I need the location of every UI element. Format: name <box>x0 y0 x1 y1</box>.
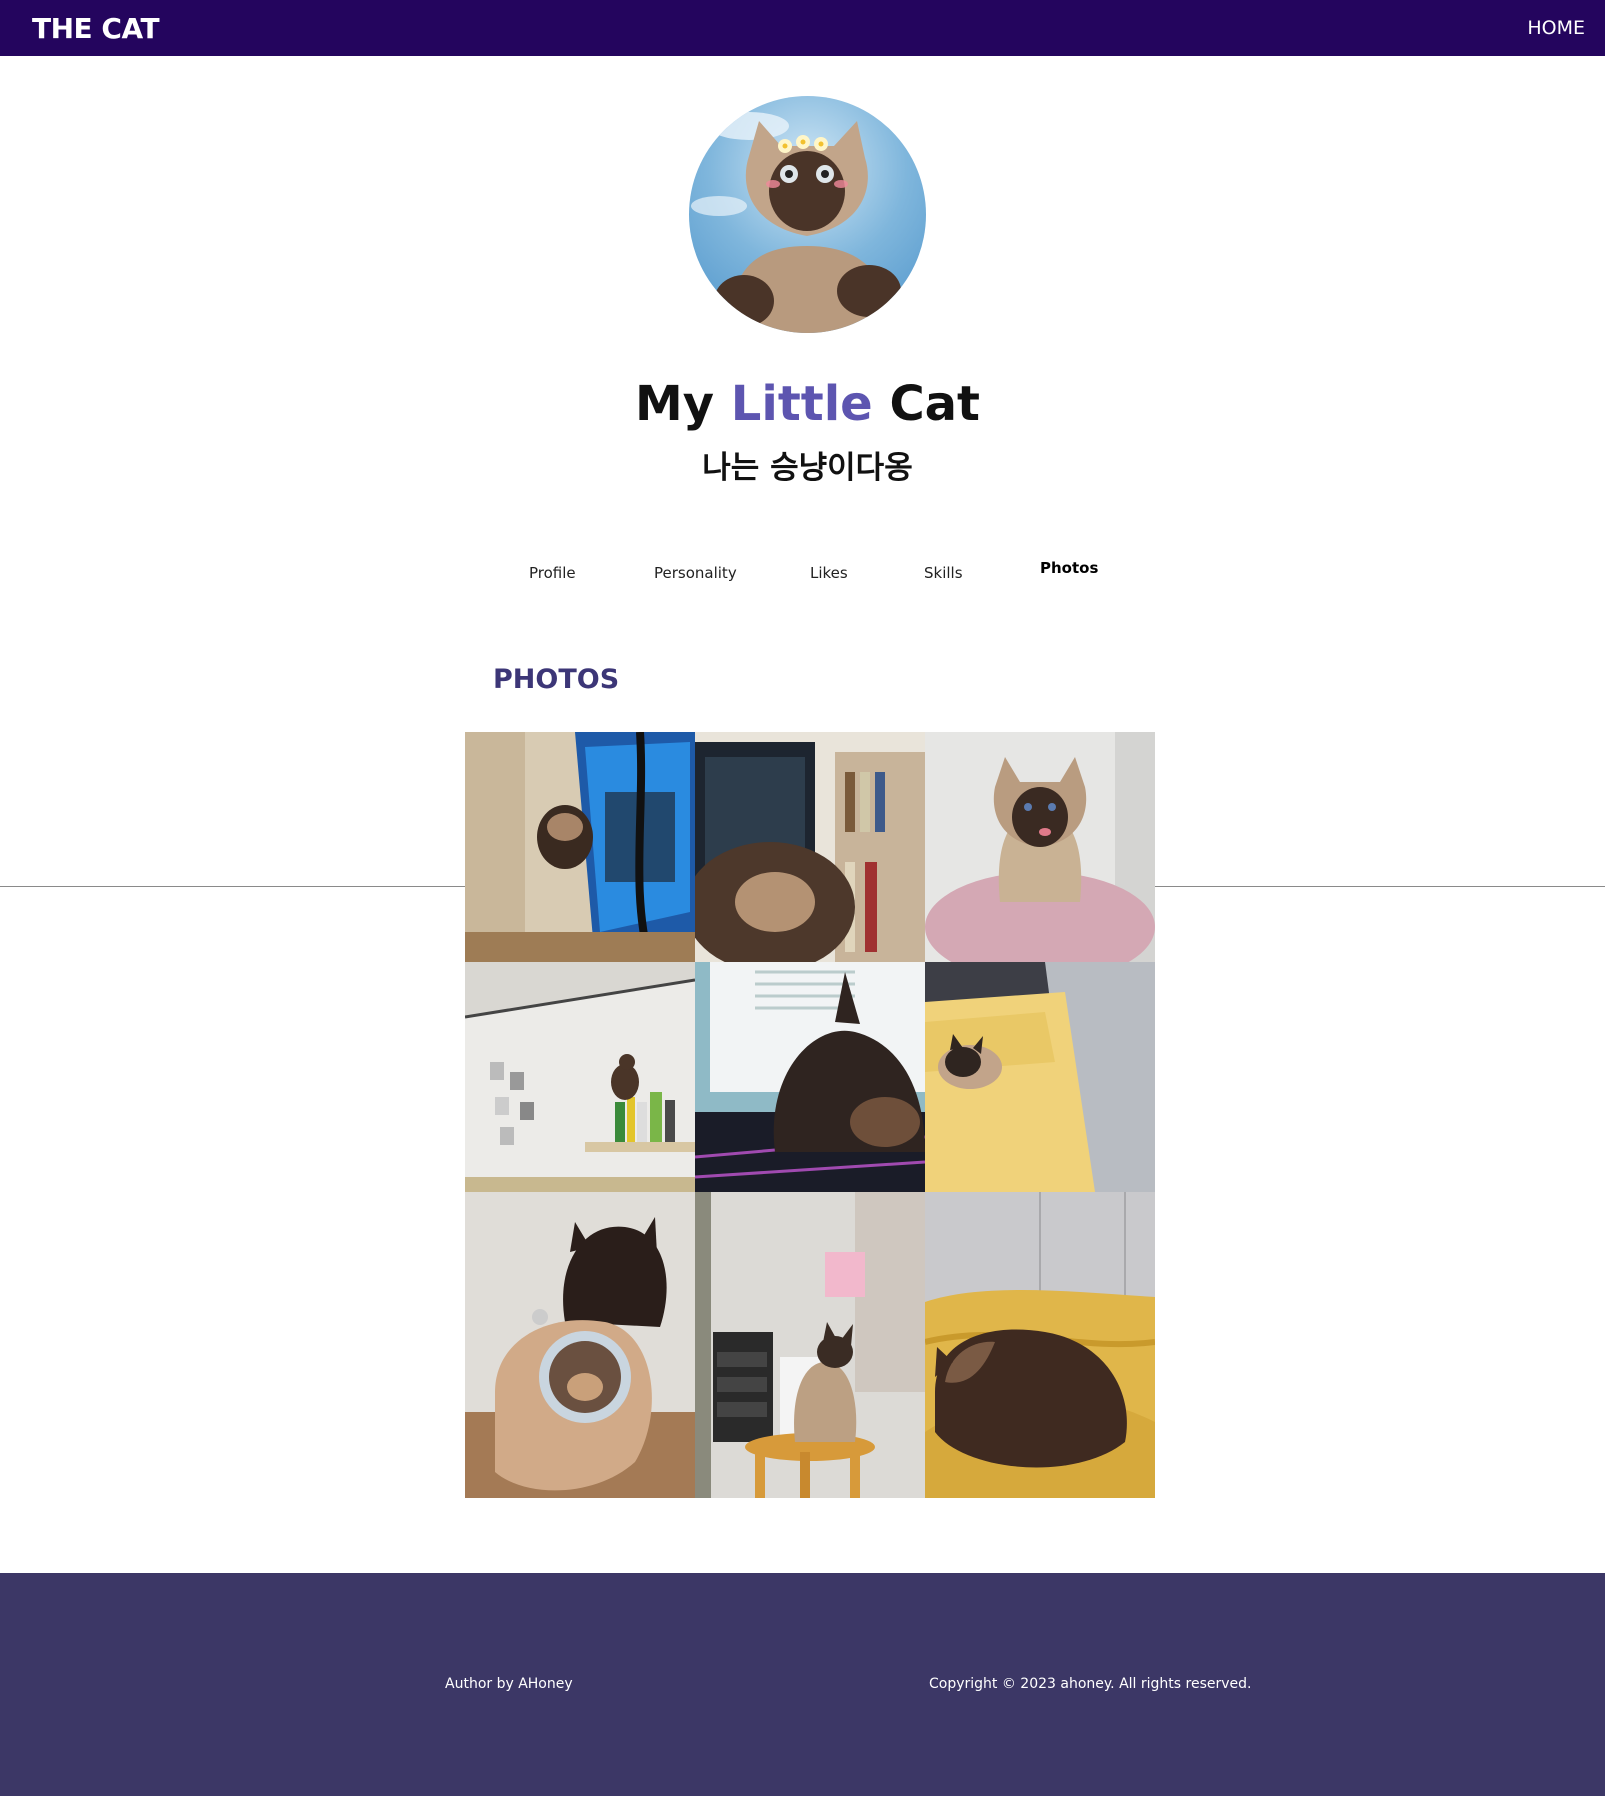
cat-photo-5[interactable] <box>695 962 925 1192</box>
cat-photo-7[interactable] <box>465 1192 695 1498</box>
section-tabs: Profile Personality Likes Skills Photos <box>0 559 1605 594</box>
title-part-2: Cat <box>889 376 980 432</box>
cat-photo-9[interactable] <box>925 1192 1155 1498</box>
brand-logo[interactable]: THE CAT <box>32 12 160 45</box>
photo-gallery <box>465 732 1155 1498</box>
cat-photo-3[interactable] <box>925 732 1155 962</box>
footer-author: Author by AHoney <box>445 1676 573 1692</box>
cat-photo-6[interactable] <box>925 962 1155 1192</box>
page-title: My Little Cat <box>0 372 1605 436</box>
home-link[interactable]: HOME <box>1527 17 1585 39</box>
cat-photo-4[interactable] <box>465 962 695 1192</box>
tab-personality[interactable]: Personality <box>654 564 737 582</box>
page-footer: Author by AHoney Copyright © 2023 ahoney… <box>0 1573 1605 1796</box>
top-navbar: THE CAT HOME <box>0 0 1605 56</box>
cat-photo-8[interactable] <box>695 1192 925 1498</box>
title-accent: Little <box>730 376 873 432</box>
tab-skills[interactable]: Skills <box>924 564 963 582</box>
footer-copyright: Copyright © 2023 ahoney. All rights rese… <box>929 1676 1252 1692</box>
page-subtitle: 나는 승냥이다옹 <box>702 450 913 486</box>
tab-profile[interactable]: Profile <box>529 564 576 582</box>
photos-heading: PHOTOS <box>493 664 620 695</box>
cat-photo-1[interactable] <box>465 732 695 962</box>
cat-photo-2[interactable] <box>695 732 925 962</box>
tab-photos[interactable]: Photos <box>1040 559 1098 577</box>
tab-likes[interactable]: Likes <box>810 564 848 582</box>
title-part-1: My <box>635 376 715 432</box>
cat-avatar <box>689 96 926 333</box>
